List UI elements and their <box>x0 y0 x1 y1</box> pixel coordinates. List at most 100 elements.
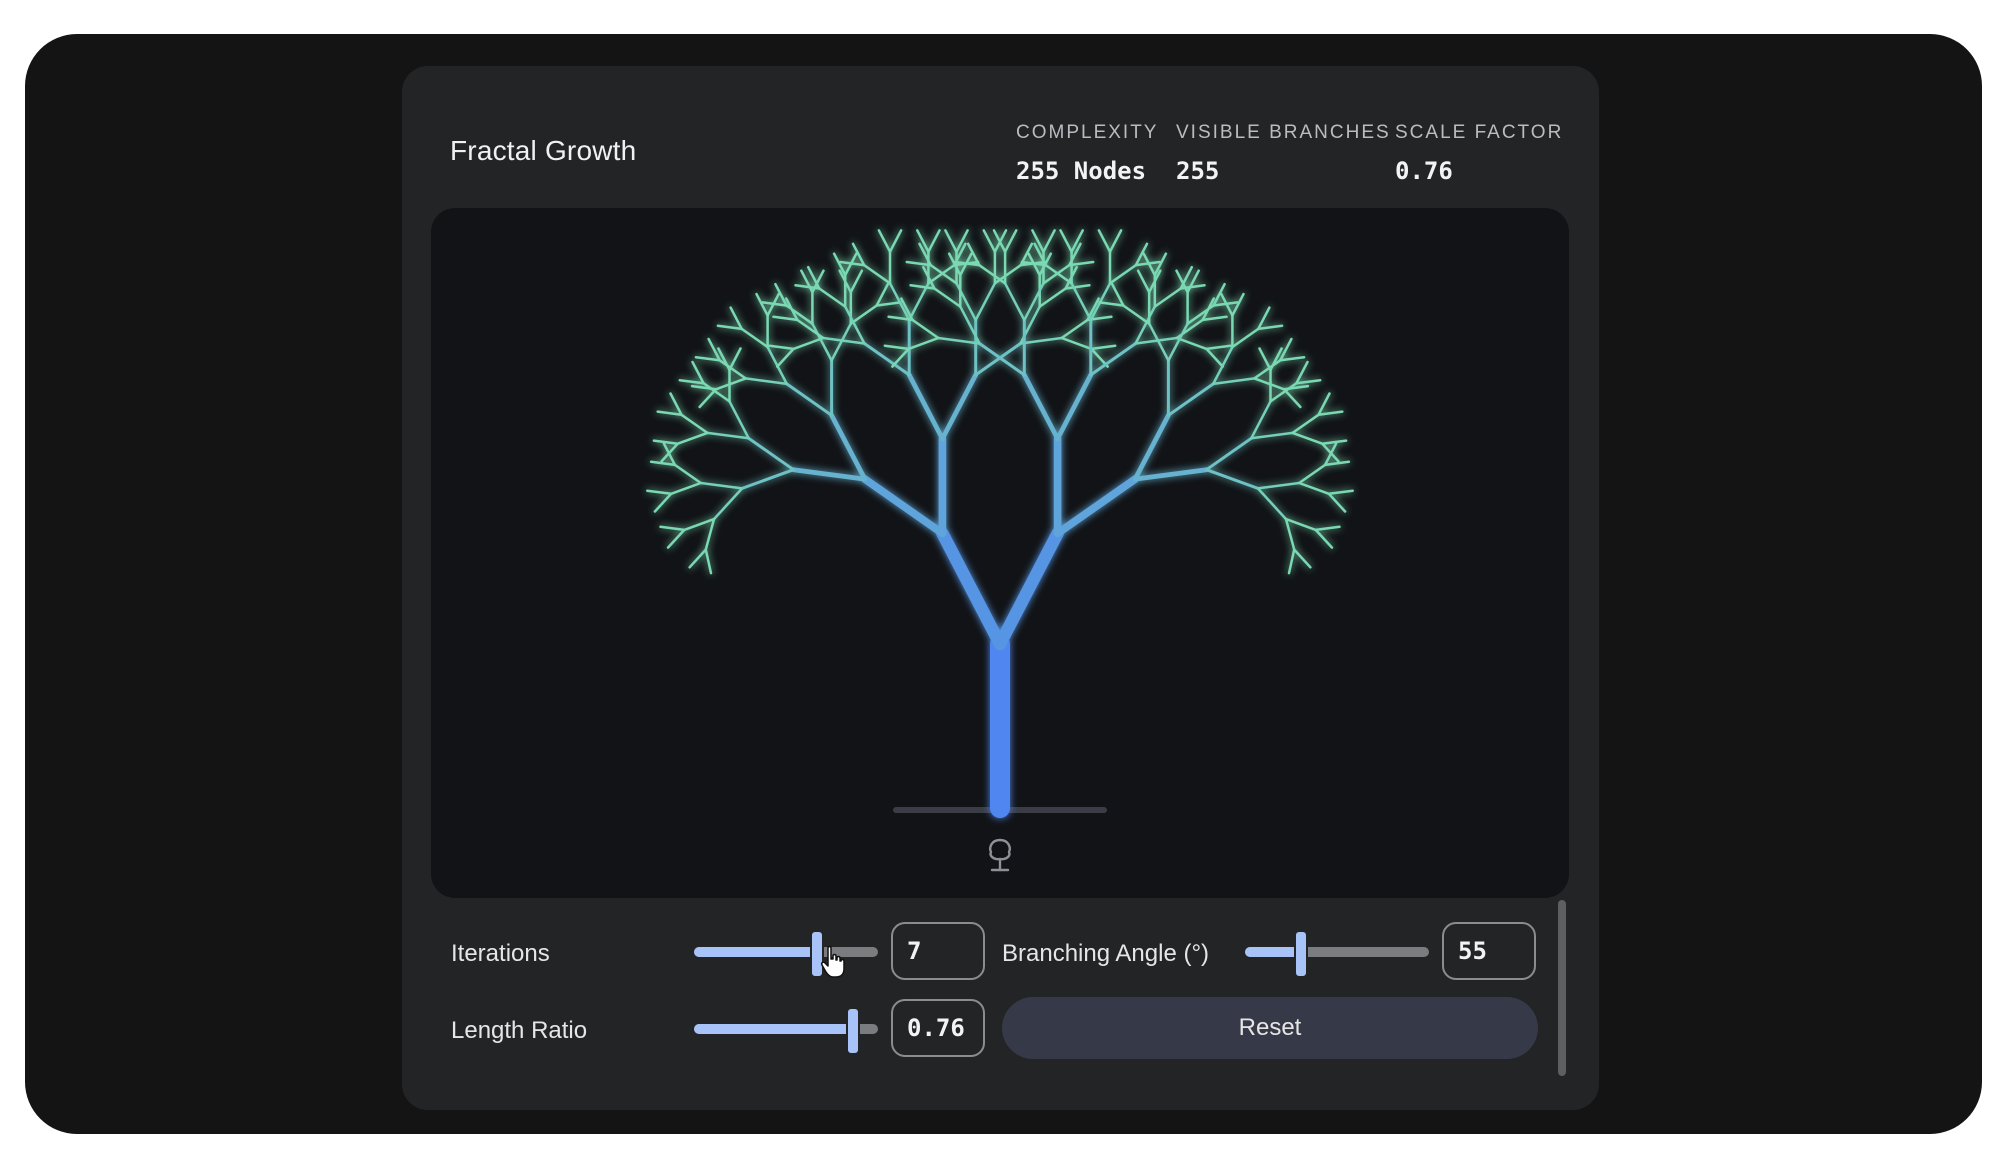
tree-branch <box>911 318 940 340</box>
stat-scale-factor-value: 0.76 <box>1395 157 1453 185</box>
tree-branch <box>1060 318 1089 340</box>
fractal-tree <box>646 229 1354 872</box>
tree-branch <box>1044 263 1073 285</box>
tree-branch <box>875 282 890 307</box>
branching-angle-slider[interactable] <box>1245 930 1429 978</box>
stat-visible-branches-value: 255 <box>1176 157 1220 185</box>
tree-branch <box>927 263 956 285</box>
branching-angle-slider-fill <box>1245 947 1302 957</box>
tree-branch <box>1090 344 1117 351</box>
length-ratio-input[interactable]: 0.76 <box>891 999 985 1057</box>
tree-branch <box>1038 287 1067 308</box>
tree-branch <box>1055 372 1094 442</box>
tree-branch <box>1122 304 1151 325</box>
tree-branch <box>1284 517 1296 551</box>
iterations-slider[interactable] <box>694 930 878 978</box>
tree-branch <box>1205 347 1225 368</box>
fractal-canvas[interactable] <box>431 208 1569 898</box>
tree-branch <box>906 372 945 442</box>
tree-branch <box>1132 467 1209 482</box>
tree-branch <box>1021 372 1060 442</box>
tree-branch <box>706 431 750 440</box>
tree-branch <box>1166 382 1215 417</box>
tree-branch <box>698 388 718 409</box>
tree-branch <box>1064 284 1091 290</box>
hand-cursor-icon <box>821 945 845 978</box>
tree-branch <box>877 229 892 253</box>
tree-branch <box>1292 548 1312 569</box>
tree-branch <box>1256 487 1288 521</box>
branching-angle-label: Branching Angle (°) <box>1002 940 1210 967</box>
tree-branch <box>653 492 673 513</box>
reset-button[interactable]: Reset <box>1002 997 1538 1059</box>
iterations-label: Iterations <box>451 940 550 967</box>
tree-branch <box>784 297 799 322</box>
tree-branch <box>1175 336 1208 351</box>
tree-branch <box>1205 436 1253 472</box>
tree-branch <box>1211 377 1256 386</box>
tree-branch <box>849 304 878 325</box>
tree-branch <box>905 260 932 267</box>
tree-branch <box>659 525 686 532</box>
branching-angle-input[interactable]: 55 <box>1442 922 1536 980</box>
tree-branch <box>1323 460 1351 467</box>
tree-branch <box>993 263 1023 285</box>
iterations-input[interactable]: 7 <box>891 922 985 980</box>
tree-branch <box>1108 263 1138 285</box>
tree-branch <box>1297 463 1327 485</box>
tree-branch <box>728 400 750 440</box>
tree-branch <box>907 336 940 351</box>
tree-branch <box>775 347 795 368</box>
tree-branch <box>875 301 902 307</box>
tree-branch <box>1250 431 1294 440</box>
length-ratio-slider[interactable] <box>694 1007 878 1055</box>
tree-branch <box>829 412 868 482</box>
tree-icon <box>989 838 1011 872</box>
tree-branch <box>1201 315 1228 322</box>
tree-branch <box>978 342 1026 377</box>
tree-branch <box>768 344 795 351</box>
tree-branch <box>974 282 997 322</box>
tree-branch <box>1110 282 1125 307</box>
tree-branch <box>909 284 936 290</box>
tree-branch <box>1282 388 1302 409</box>
tree-branch <box>933 287 962 308</box>
controls-scrollbar[interactable] <box>1558 900 1566 1076</box>
tree-branch <box>1060 336 1093 351</box>
tree-branch <box>1205 468 1260 490</box>
tree-branch <box>716 324 743 331</box>
tree-branch <box>888 229 903 253</box>
tree-branch <box>1317 392 1331 417</box>
tree-branch <box>907 282 930 322</box>
tree-branch <box>861 475 947 538</box>
tree-branch <box>1134 305 1157 345</box>
stat-complexity-value: 255 Nodes <box>1016 157 1147 185</box>
branching-angle-slider-thumb[interactable] <box>1294 930 1309 978</box>
iterations-slider-fill <box>694 947 817 957</box>
tree-branch <box>712 487 744 521</box>
tree-branch <box>691 360 705 385</box>
tree-branch <box>939 372 979 442</box>
app-title: Fractal Growth <box>450 135 637 166</box>
tree-branch <box>678 378 705 385</box>
tree-branch <box>1231 292 1245 317</box>
tree-branch <box>683 517 716 532</box>
tree-branch <box>883 344 910 351</box>
tree-branch <box>1205 344 1232 351</box>
tree-branch <box>1317 410 1344 417</box>
tree-branch <box>761 301 788 307</box>
tree-branch <box>929 263 958 285</box>
tree-branch <box>1059 229 1073 253</box>
tree-branch <box>1211 345 1234 386</box>
tree-branch <box>728 347 742 372</box>
tree-branch <box>1291 431 1324 445</box>
tree-branch <box>729 306 743 331</box>
tree-branch <box>699 481 744 490</box>
length-ratio-slider-thumb[interactable] <box>846 1007 861 1055</box>
tree-branch <box>1108 229 1123 253</box>
tree-branch <box>891 347 910 368</box>
tree-branch <box>927 229 941 253</box>
tree-branch <box>1295 360 1309 385</box>
tree-branch <box>974 342 1022 377</box>
tree-branch <box>1321 439 1348 445</box>
